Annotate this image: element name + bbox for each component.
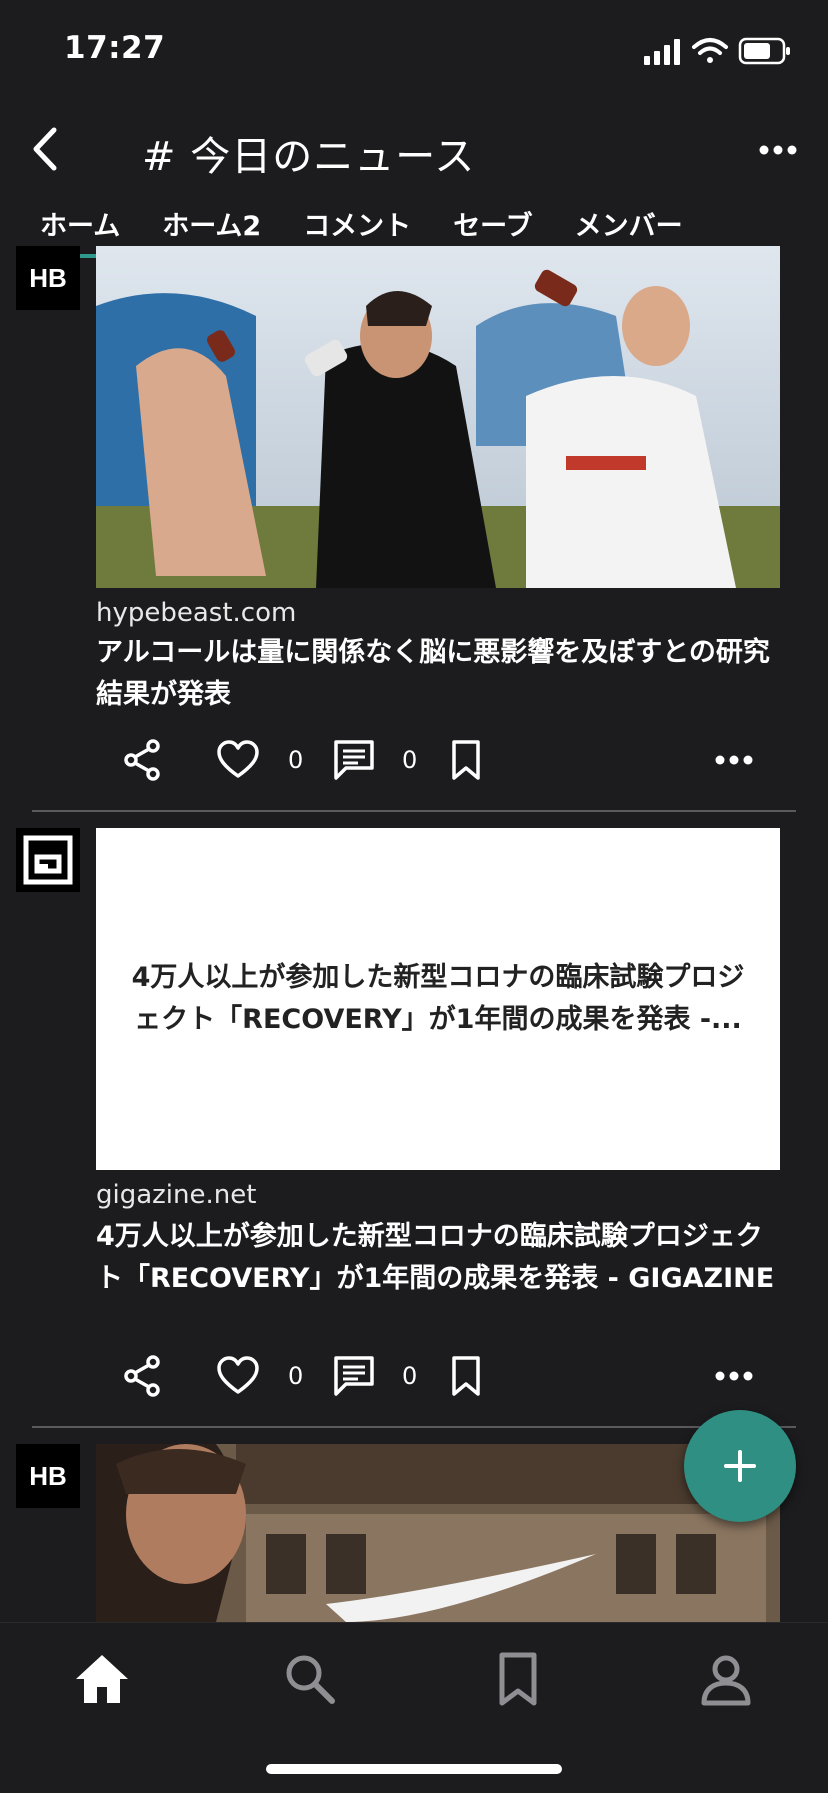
source-avatar[interactable] [16,828,80,892]
comment-icon[interactable] [332,738,376,782]
status-time: 17:27 [64,30,166,66]
post-image[interactable] [96,1444,780,1622]
back-icon[interactable] [26,124,70,174]
tab-saved[interactable]: セーブ [453,204,532,248]
like-icon[interactable] [216,738,260,782]
search-icon[interactable] [280,1649,340,1709]
source-avatar[interactable]: HB [16,1444,80,1508]
post-domain[interactable]: hypebeast.com [96,598,296,628]
bookmark-icon[interactable] [450,738,482,782]
comment-icon[interactable] [332,1354,376,1398]
comment-count: 0 [402,746,418,774]
like-icon[interactable] [216,1354,260,1398]
post-actions: 0 0 [96,1354,780,1404]
comment-count: 0 [402,1362,418,1390]
like-count: 0 [288,1362,304,1390]
plus-icon [724,1450,756,1482]
post-more-icon[interactable] [714,1366,754,1386]
post-domain[interactable]: gigazine.net [96,1180,256,1210]
profile-icon[interactable] [696,1649,756,1709]
home-indicator[interactable] [266,1764,562,1774]
post-more-icon[interactable] [714,750,754,770]
page-title: # 今日のニュース [142,134,476,180]
tab-home[interactable]: ホーム [40,204,121,258]
post-title[interactable]: 4万人以上が参加した新型コロナの臨床試験プロジェクト「RECOVERY」が1年間… [96,1216,776,1300]
post-divider [32,1426,796,1428]
add-post-button[interactable] [684,1410,796,1522]
share-icon[interactable] [122,738,162,782]
battery-icon [738,37,790,65]
more-options-icon[interactable] [758,140,798,160]
signal-icon [644,39,680,65]
post-preview-card[interactable]: 4万人以上が参加した新型コロナの臨床試験プロジェクト「RECOVERY」が1年間… [96,828,780,1170]
tab-home2[interactable]: ホーム2 [162,204,261,248]
like-count: 0 [288,746,304,774]
gigazine-logo-icon [23,835,73,885]
post-image[interactable] [96,246,780,588]
source-avatar[interactable]: HB [16,246,80,310]
tab-bar: ホーム ホーム2 コメント セーブ メンバー [40,204,725,258]
bookmark-icon[interactable] [450,1354,482,1398]
share-icon[interactable] [122,1354,162,1398]
tab-comments[interactable]: コメント [303,204,411,248]
post-actions: 0 0 [96,738,780,788]
status-icons [644,37,790,65]
wifi-icon [692,38,728,63]
preview-text: 4万人以上が参加した新型コロナの臨床試験プロジェクト「RECOVERY」が1年間… [131,962,745,1035]
tab-members[interactable]: メンバー [575,204,683,248]
bookmark-nav-icon[interactable] [488,1649,548,1709]
post-divider [32,810,796,812]
home-icon[interactable] [72,1649,132,1709]
post-title[interactable]: アルコールは量に関係なく脳に悪影響を及ぼすとの研究結果が発表 [96,632,776,716]
